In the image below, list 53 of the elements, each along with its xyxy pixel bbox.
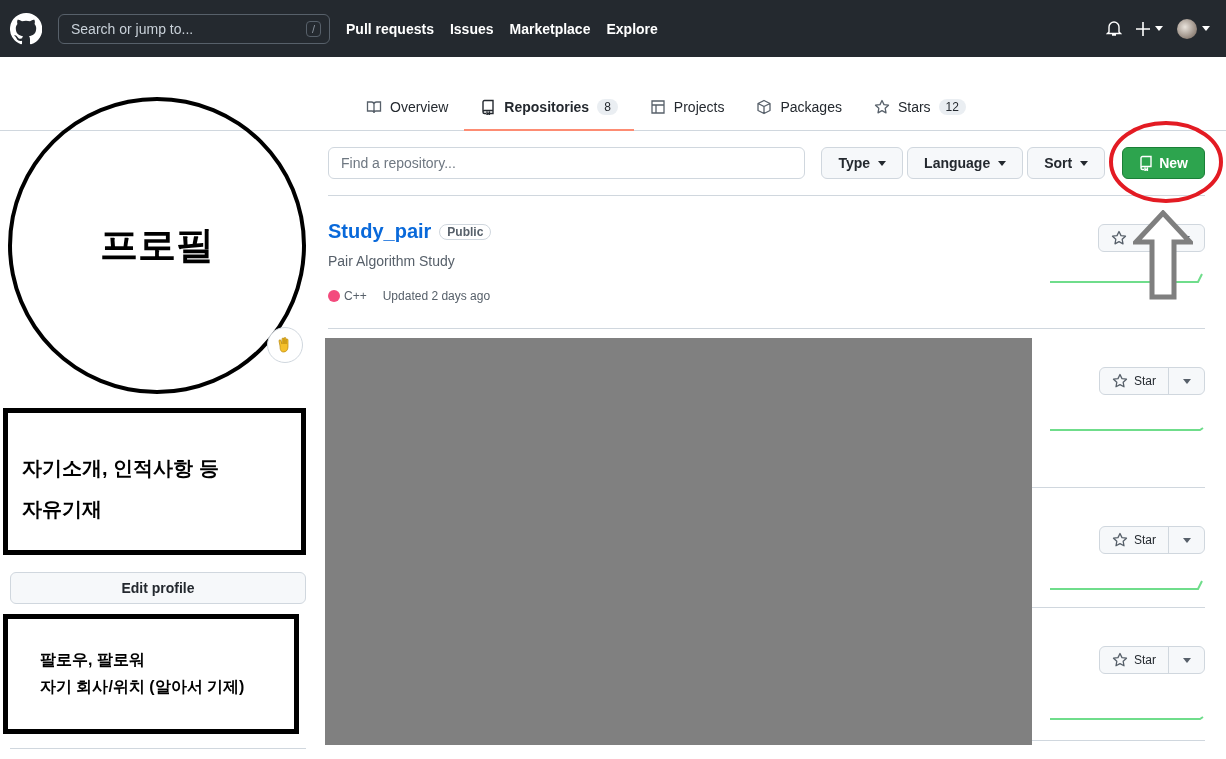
star-icon <box>1112 532 1128 548</box>
tab[interactable]: Overview <box>350 85 465 131</box>
nav-link[interactable]: Marketplace <box>509 20 591 37</box>
annotation-text: 자기 회사/위치 (알아서 기제) <box>40 677 246 697</box>
star-button[interactable]: Star <box>1099 367 1205 395</box>
star-icon <box>873 99 890 115</box>
nav-link[interactable]: Pull requests <box>346 20 434 37</box>
star-button[interactable]: Star <box>1099 646 1205 674</box>
find-repository-field[interactable]: Find a repository... <box>328 147 806 179</box>
repo-icon <box>1139 155 1154 171</box>
filter-dropdown[interactable]: Type <box>821 147 904 179</box>
caret-icon <box>1155 26 1163 31</box>
annotation-text: 자유기재 <box>22 497 103 522</box>
plus-icon[interactable] <box>1136 21 1150 36</box>
status-button[interactable] <box>267 327 303 363</box>
star-icon <box>1112 373 1128 389</box>
language-label: C++ <box>344 289 367 303</box>
filter-dropdown[interactable]: Language <box>907 147 1024 179</box>
cube-icon <box>756 99 773 115</box>
star-icon <box>1112 652 1128 668</box>
search-field[interactable]: Search or jump to... / <box>58 13 330 44</box>
caret-icon <box>1182 378 1191 384</box>
nav-link[interactable]: Explore <box>606 20 658 37</box>
updated-text: Updated 2 days ago <box>382 289 491 303</box>
caret-icon <box>1182 537 1191 543</box>
avatar[interactable] <box>1177 18 1197 39</box>
caret-icon <box>1202 26 1210 31</box>
filter-dropdown[interactable]: Sort <box>1027 147 1106 179</box>
notification-icon[interactable] <box>1106 20 1122 37</box>
table-icon <box>649 99 666 115</box>
count-badge: 12 <box>938 99 966 115</box>
annotation-text: 팔로우, 팔로워 <box>40 650 146 670</box>
star-button[interactable]: Star <box>1099 526 1205 554</box>
book-icon <box>366 99 382 115</box>
tab[interactable]: Repositories 8 <box>464 85 634 131</box>
caret-icon <box>1080 160 1089 166</box>
tab[interactable]: Packages <box>740 85 858 131</box>
logo-icon[interactable] <box>10 12 42 45</box>
star-icon <box>1111 230 1127 246</box>
caret-icon <box>998 160 1007 166</box>
annotation-text: 자기소개, 인적사항 등 <box>22 456 220 481</box>
repo-icon <box>480 99 497 115</box>
caret-icon <box>1182 657 1191 663</box>
repository-description: Pair Algorithm Study <box>328 253 456 269</box>
tab[interactable]: Stars 12 <box>857 85 982 131</box>
count-badge: 8 <box>597 99 618 115</box>
repository-link[interactable]: Study_pair <box>328 220 432 243</box>
annotation-text: 프로필 <box>100 223 214 268</box>
shortcut-key: / <box>305 20 321 37</box>
caret-icon <box>878 160 887 166</box>
tab[interactable]: Projects <box>633 85 741 131</box>
nav-link[interactable]: Issues <box>449 20 494 37</box>
edit-profile-button[interactable]: Edit profile <box>10 572 306 604</box>
